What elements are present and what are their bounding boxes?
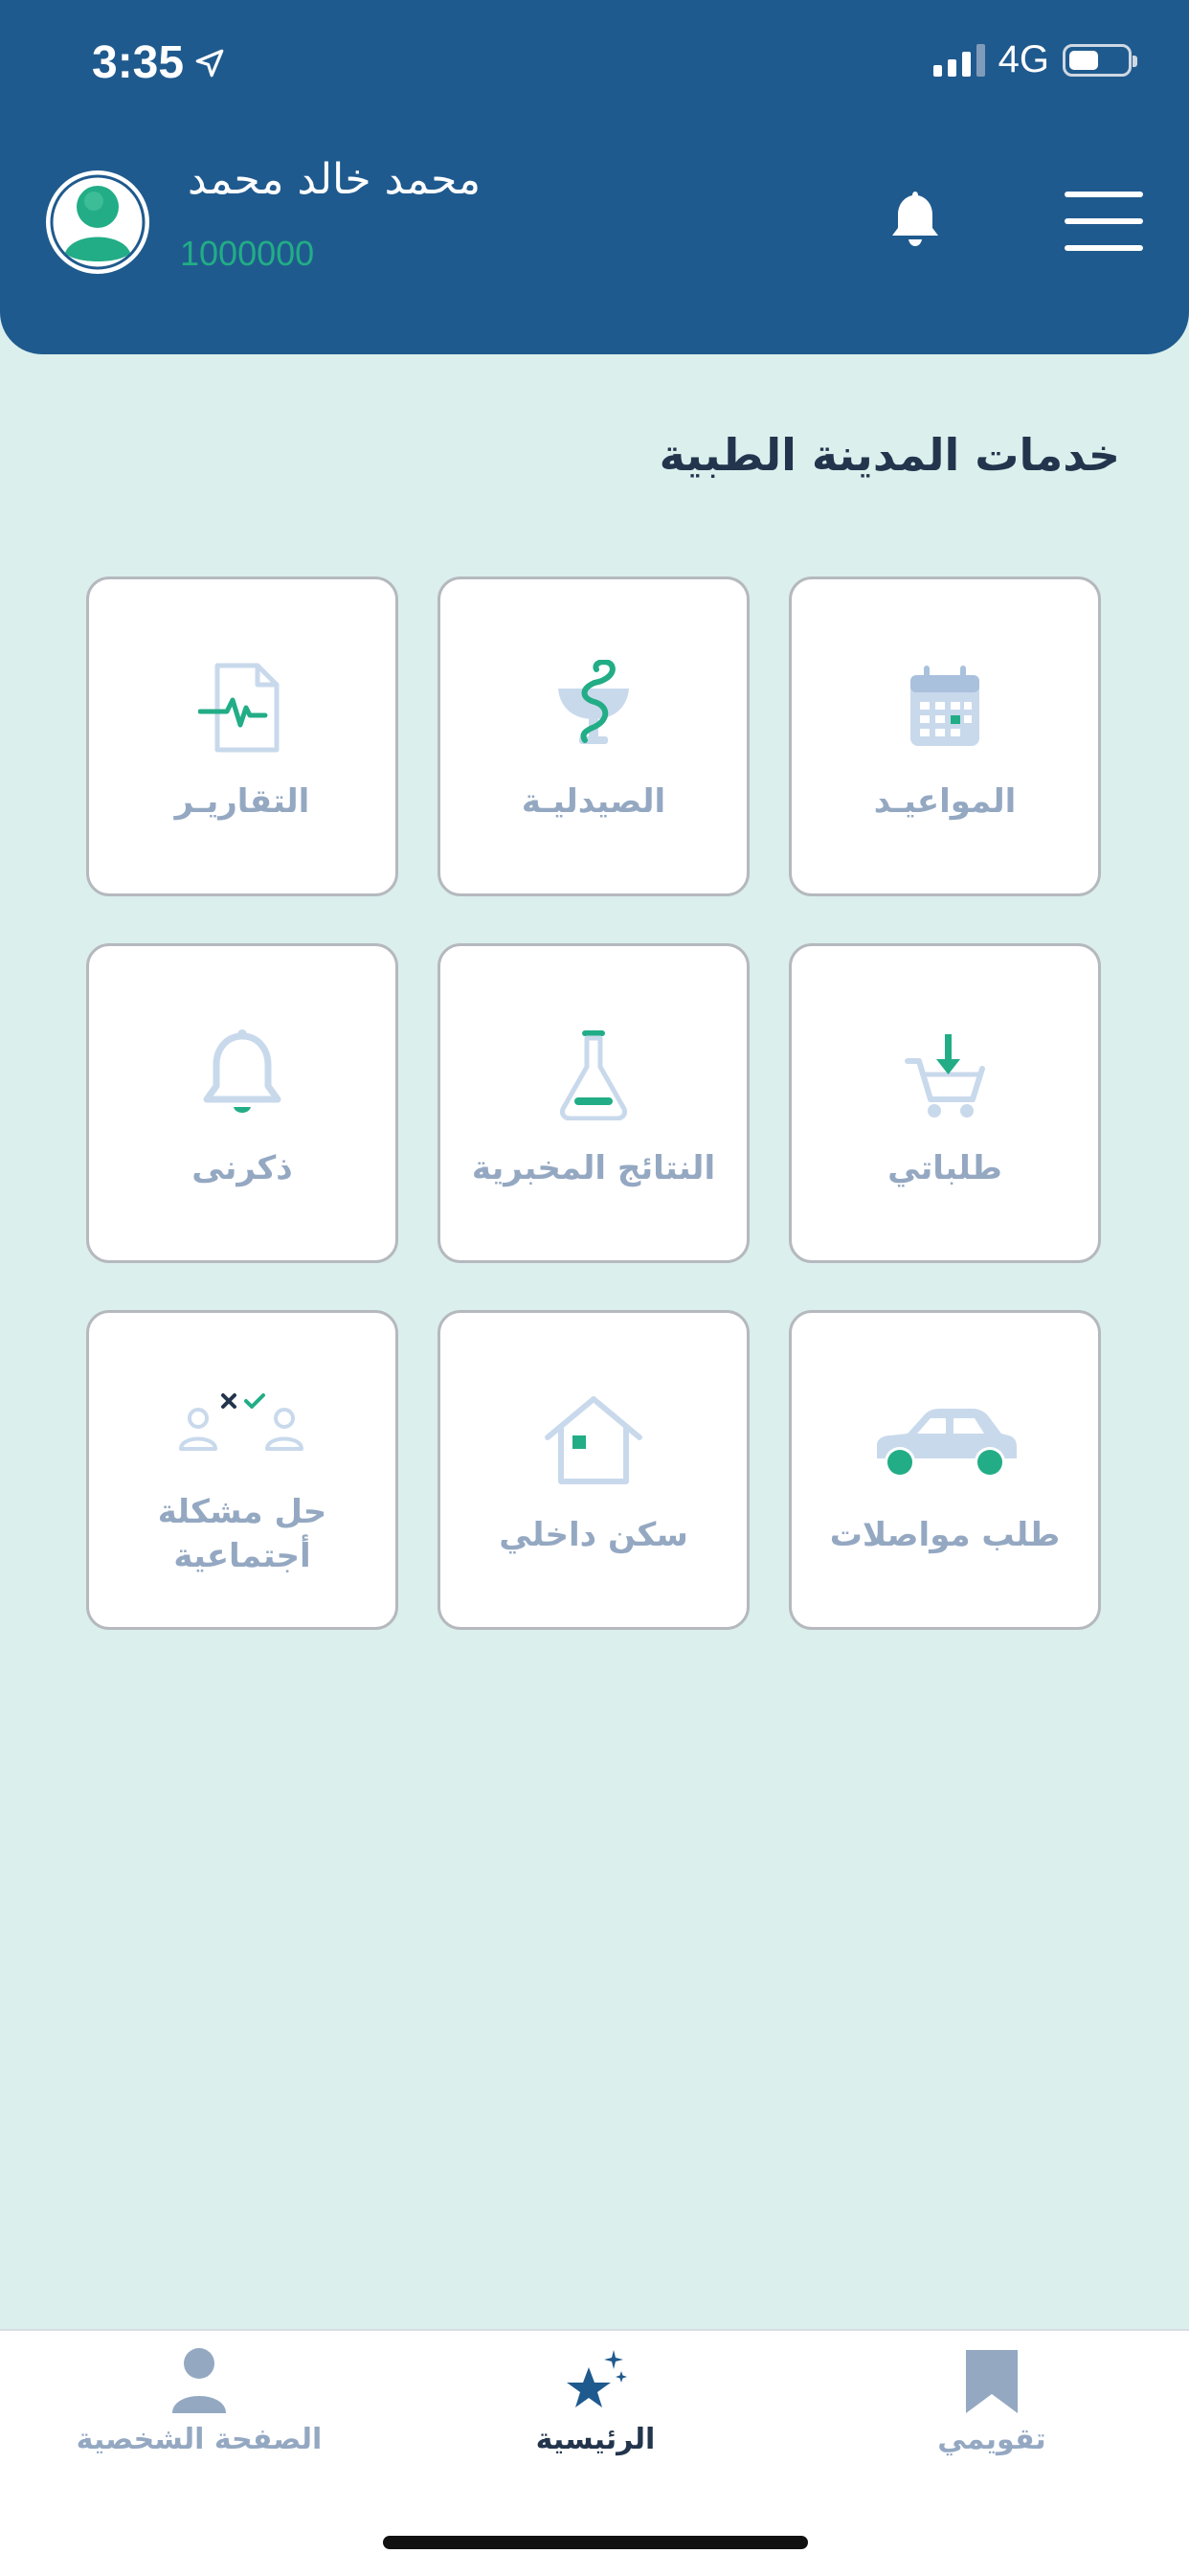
service-card-internal-housing[interactable]: سكن داخلي [437, 1310, 750, 1630]
section-title: خدمات المدينة الطبية [659, 429, 1120, 481]
nav-label: الرئيسية [535, 2423, 656, 2456]
report-icon [198, 663, 280, 753]
nav-item-home[interactable]: الرئيسية [452, 2331, 739, 2522]
service-card-my-orders[interactable]: طلباتي [789, 943, 1101, 1263]
service-label: سكن داخلي [499, 1516, 688, 1554]
nav-item-my-calendar[interactable]: تقويمي [848, 2331, 1135, 2522]
home-indicator[interactable] [383, 2536, 808, 2549]
network-type: 4G [998, 38, 1049, 80]
signal-icon [932, 43, 985, 77]
service-card-transport-request[interactable]: طلب مواصلات [789, 1310, 1101, 1630]
bookmark-icon [966, 2350, 1018, 2413]
service-label: التقاريـر [174, 782, 310, 821]
status-time-text: 3:35 [92, 37, 185, 88]
notifications-bell-icon[interactable] [886, 188, 944, 249]
battery-icon [1063, 43, 1137, 77]
service-label: طلباتي [887, 1149, 1002, 1187]
social-problem-icon [179, 1393, 303, 1451]
service-label: المواعيـد [873, 782, 1017, 821]
hamburger-menu-icon[interactable] [1065, 192, 1143, 251]
service-card-social-problem[interactable]: حل مشكلة أجتماعية [86, 1310, 398, 1630]
service-label-line2: أجتماعية [173, 1537, 311, 1575]
person-icon [172, 2348, 226, 2413]
nav-label: تقويمي [937, 2423, 1046, 2456]
pharmacy-icon [558, 660, 629, 744]
avatar[interactable] [44, 169, 151, 276]
cart-icon [905, 1034, 985, 1118]
bell-icon [203, 1029, 281, 1113]
service-card-lab-results[interactable]: النتائج المخبرية [437, 943, 750, 1263]
nav-item-profile[interactable]: الصفحة الشخصية [56, 2331, 343, 2522]
lab-flask-icon [560, 1030, 627, 1120]
location-arrow-icon [195, 49, 224, 77]
service-card-remind-me[interactable]: ذكرنى [86, 943, 398, 1263]
calendar-icon [910, 666, 979, 746]
status-indicators: 4G [932, 38, 1137, 81]
nav-label: الصفحة الشخصية [76, 2423, 323, 2456]
house-icon [545, 1396, 642, 1484]
car-icon [877, 1409, 1017, 1478]
user-id: 1000000 [180, 234, 315, 273]
service-label: ذكرنى [191, 1149, 293, 1187]
service-label: طلب مواصلات [829, 1516, 1061, 1554]
user-name: محمد خالد محمد [188, 155, 482, 204]
stars-icon [567, 2350, 627, 2407]
service-card-reports[interactable]: التقاريـر [86, 576, 398, 896]
service-label-line1: حل مشكلة [157, 1493, 327, 1531]
app-header: 3:35 4G محمد خالد محمد 1000000 [0, 0, 1189, 354]
service-label: الصيدليـة [521, 782, 666, 821]
service-card-pharmacy[interactable]: الصيدليـة [437, 576, 750, 896]
service-label: النتائج المخبرية [471, 1149, 716, 1187]
service-card-appointments[interactable]: المواعيـد [789, 576, 1101, 896]
status-time: 3:35 [92, 36, 226, 89]
